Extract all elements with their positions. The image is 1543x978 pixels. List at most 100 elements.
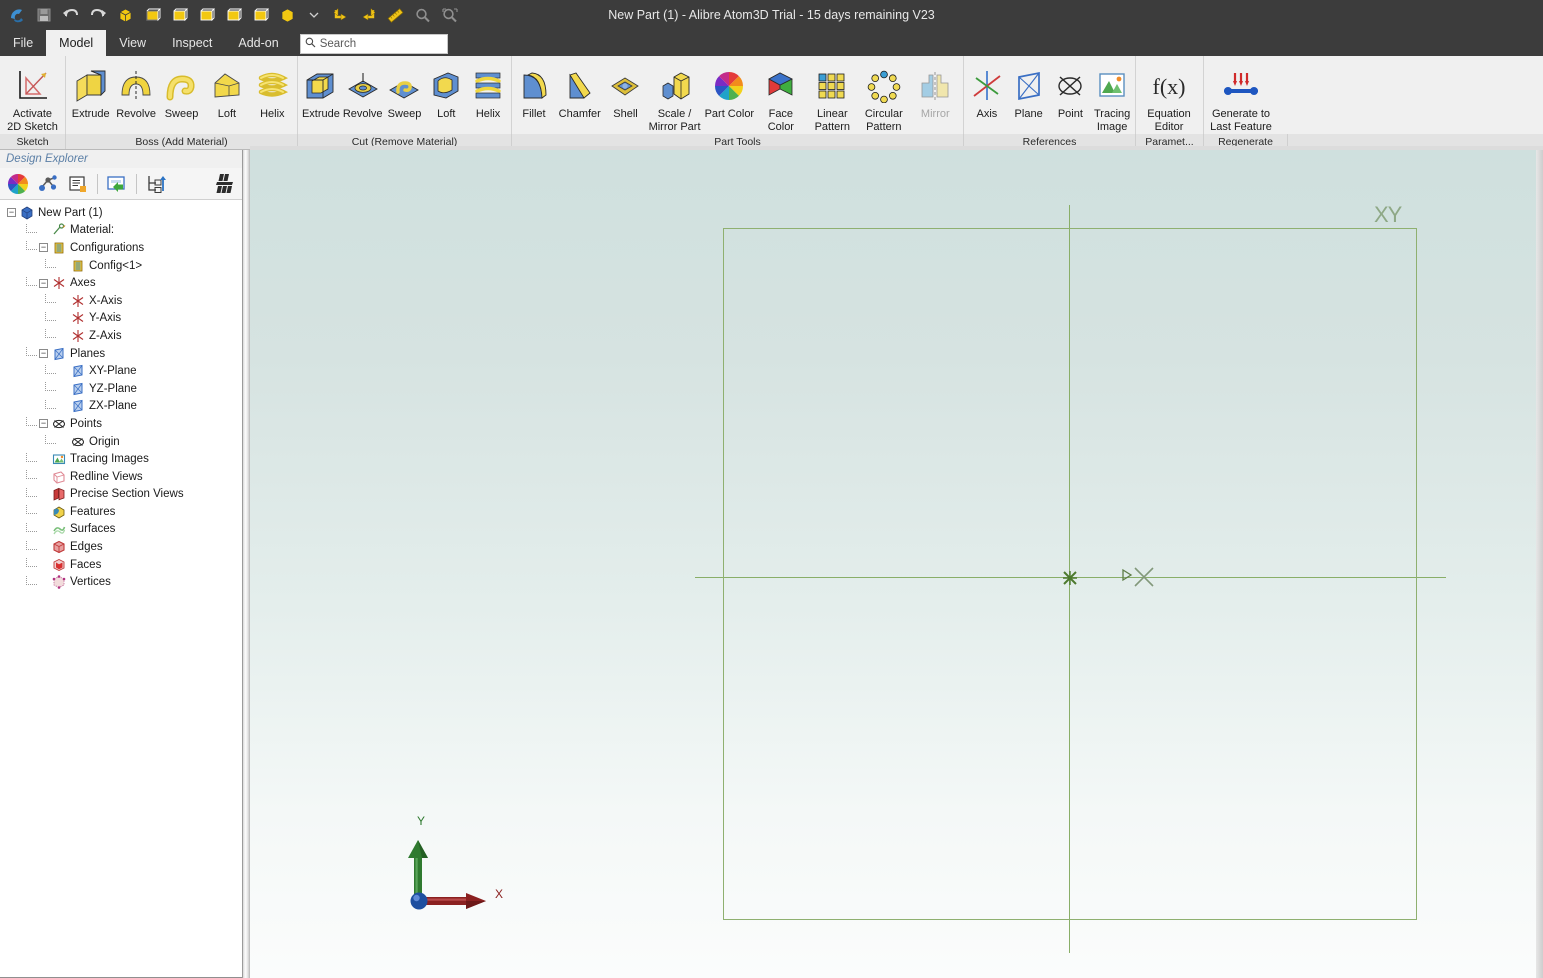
search-input[interactable]: Search [299, 34, 448, 54]
design-explorer-tree[interactable]: − New Part (1) Material: − Configurations Con… [0, 200, 242, 978]
tab-model[interactable]: Model [46, 30, 107, 56]
tracing-image-button[interactable]: Tracing Image [1091, 58, 1133, 146]
cad-viewport[interactable]: XY Y X [250, 150, 1536, 978]
tree-item-z-axis[interactable]: Z-Axis [0, 327, 242, 345]
tree-item-config-1[interactable]: Config<1> [0, 257, 242, 275]
faces-icon [51, 557, 67, 572]
measure-icon[interactable] [382, 2, 408, 28]
collapse-tree-icon[interactable] [142, 171, 170, 197]
tree-toggle-minus-icon[interactable]: − [39, 278, 48, 288]
part-color-label: Part Color [704, 108, 755, 120]
tree-item-new-part-1[interactable]: − New Part (1) [0, 204, 242, 222]
tree-item-redline-views[interactable]: Redline Views [0, 468, 242, 486]
settings-gear-icon[interactable] [210, 171, 238, 197]
tree-item-y-axis[interactable]: Y-Axis [0, 310, 242, 328]
chamfer-button[interactable]: Chamfer [554, 58, 605, 146]
boss-revolve-button[interactable]: Revolve [113, 58, 158, 146]
cut-revolve-button[interactable]: Revolve [342, 58, 384, 146]
tree-item-faces[interactable]: Faces [0, 556, 242, 574]
cut-extrude-button[interactable]: Extrude [300, 58, 342, 146]
boss-sweep-button[interactable]: Sweep [159, 58, 204, 146]
equation-editor-label: Equation Editor [1147, 108, 1191, 133]
view-bottom-icon[interactable] [247, 2, 273, 28]
boss-extrude-button[interactable]: Extrude [68, 58, 113, 146]
undo-icon[interactable] [58, 2, 84, 28]
shell-button[interactable]: Shell [605, 58, 645, 146]
face-color-button[interactable]: Face Color [755, 58, 806, 146]
tree-item-zx-plane[interactable]: ZX-Plane [0, 398, 242, 416]
app-logo-icon[interactable] [4, 2, 30, 28]
mirror-button[interactable]: Mirror [910, 58, 961, 146]
tab-file[interactable]: File [0, 30, 46, 56]
tree-item-surfaces[interactable]: Surfaces [0, 521, 242, 539]
points-icon [51, 416, 67, 431]
relations-icon[interactable] [34, 171, 62, 197]
scale-mirror-part-button[interactable]: Scale / Mirror Part [645, 58, 703, 146]
view-dropdown-icon[interactable] [301, 2, 327, 28]
view-top-icon[interactable] [166, 2, 192, 28]
plane-button[interactable]: Plane [1008, 58, 1050, 146]
generate-to-last-feature-button[interactable]: Generate toLast Feature ▾ [1206, 58, 1276, 146]
tree-item-x-axis[interactable]: X-Axis [0, 292, 242, 310]
view-shaded-icon[interactable] [274, 2, 300, 28]
point-button[interactable]: Point [1050, 58, 1092, 146]
tree-item-axes[interactable]: − Axes [0, 274, 242, 292]
linear-pattern-button[interactable]: Linear Pattern [807, 58, 858, 146]
zoom-fit-icon[interactable] [436, 2, 462, 28]
cut-helix-button[interactable]: Helix [467, 58, 509, 146]
panel-splitter[interactable] [243, 150, 250, 978]
tree-item-xy-plane[interactable]: XY-Plane [0, 362, 242, 380]
tree-item-origin[interactable]: Origin [0, 433, 242, 451]
fillet-button[interactable]: Fillet [514, 58, 554, 146]
view-front-icon[interactable] [139, 2, 165, 28]
cut-sweep-icon [384, 66, 424, 106]
boss-loft-button[interactable]: Loft [204, 58, 249, 146]
axis-button[interactable]: Axis [966, 58, 1008, 146]
tree-item-label: Axes [70, 277, 96, 290]
tree-item-label: Surfaces [70, 523, 116, 536]
tree-item-features[interactable]: Features [0, 503, 242, 521]
scale-mirror-icon [655, 66, 695, 106]
tab-inspect[interactable]: Inspect [159, 30, 225, 56]
tree-item-planes[interactable]: − Planes [0, 345, 242, 363]
tab-view[interactable]: View [106, 30, 159, 56]
axes-icon [51, 276, 67, 291]
zoom-icon[interactable] [409, 2, 435, 28]
tree-item-configurations[interactable]: − Configurations [0, 239, 242, 257]
tree-toggle-minus-icon[interactable]: − [7, 208, 16, 218]
redo-icon[interactable] [85, 2, 111, 28]
cut-loft-button[interactable]: Loft [425, 58, 467, 146]
tree-item-label: Material: [70, 224, 115, 237]
tree-item-points[interactable]: − Points [0, 415, 242, 433]
properties-icon[interactable] [64, 171, 92, 197]
tree-item-material[interactable]: Material: [0, 222, 242, 240]
equation-editor-button[interactable]: f(x) Equation Editor [1138, 58, 1200, 146]
boss-helix-button[interactable]: Helix [250, 58, 295, 146]
tree-toggle-minus-icon[interactable]: − [39, 243, 48, 253]
view-back-icon[interactable] [220, 2, 246, 28]
color-wheel-icon[interactable] [4, 171, 32, 197]
tree-connector [26, 452, 37, 462]
cut-sweep-button[interactable]: Sweep [384, 58, 426, 146]
save-icon[interactable] [31, 2, 57, 28]
rotate-right-icon[interactable] [355, 2, 381, 28]
activate-2d-sketch-button[interactable]: Activate 2D Sketch [2, 58, 63, 146]
tree-toggle-minus-icon[interactable]: − [39, 419, 48, 429]
plane-item-icon [70, 381, 86, 396]
export-icon[interactable] [103, 171, 131, 197]
circular-pattern-button[interactable]: Circular Pattern [858, 58, 909, 146]
tree-item-edges[interactable]: Edges [0, 538, 242, 556]
surfaces-icon [51, 522, 67, 537]
view-right-icon[interactable] [193, 2, 219, 28]
part-color-button[interactable]: Part Color [704, 58, 755, 146]
tree-connector [26, 575, 37, 585]
tree-item-tracing-images[interactable]: Tracing Images [0, 450, 242, 468]
tree-item-yz-plane[interactable]: YZ-Plane [0, 380, 242, 398]
tree-item-vertices[interactable]: Vertices [0, 573, 242, 591]
rotate-left-icon[interactable] [328, 2, 354, 28]
tree-toggle-minus-icon[interactable]: − [39, 349, 48, 359]
tab-addon[interactable]: Add-on [225, 30, 291, 56]
tree-item-precise-section-views[interactable]: Precise Section Views [0, 486, 242, 504]
view-iso-icon[interactable] [112, 2, 138, 28]
tracing-image-label: Tracing Image [1093, 108, 1131, 133]
